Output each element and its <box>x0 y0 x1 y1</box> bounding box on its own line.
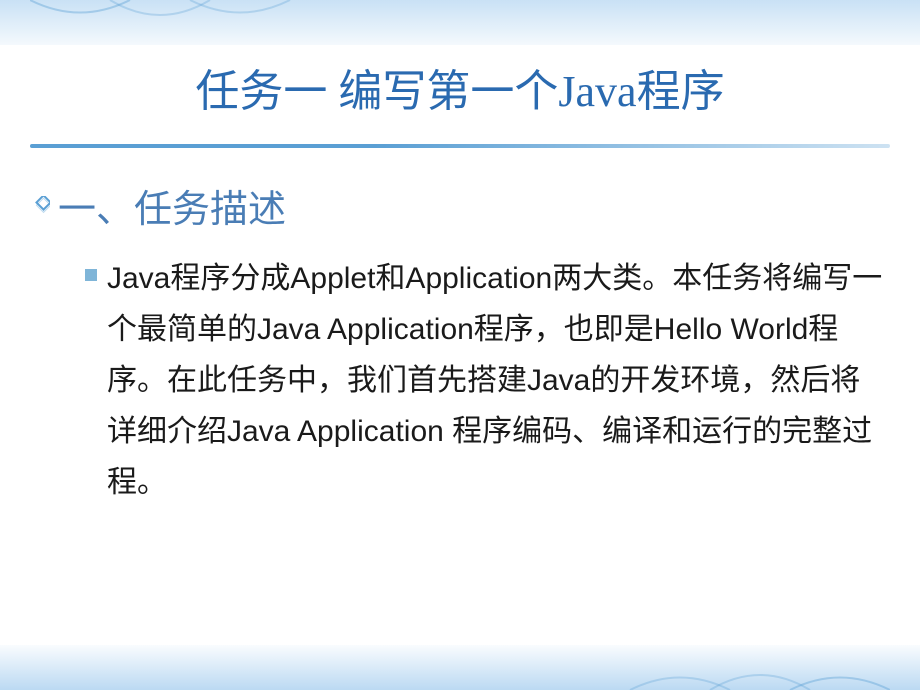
title-underline <box>30 144 890 148</box>
bottom-arc-decoration <box>490 645 890 690</box>
section-heading-text: 一、任务描述 <box>58 178 286 233</box>
slide-container: 任务一 编写第一个Java程序 一、任务描述 Java程序分成Applet和Ap… <box>0 0 920 690</box>
slide-title: 任务一 编写第一个Java程序 <box>0 40 920 134</box>
body-paragraph: Java程序分成Applet和Application两大类。本任务将编写一个最简… <box>107 253 890 508</box>
square-bullet-icon <box>85 269 97 281</box>
body-content: Java程序分成Applet和Application两大类。本任务将编写一个最简… <box>30 253 890 508</box>
body-item: Java程序分成Applet和Application两大类。本任务将编写一个最简… <box>85 253 890 508</box>
diamond-bullet-icon <box>30 196 50 216</box>
slide-content: 一、任务描述 Java程序分成Applet和Application两大类。本任务… <box>0 178 920 508</box>
section-heading-row: 一、任务描述 <box>30 178 890 233</box>
bottom-decoration <box>0 645 920 690</box>
